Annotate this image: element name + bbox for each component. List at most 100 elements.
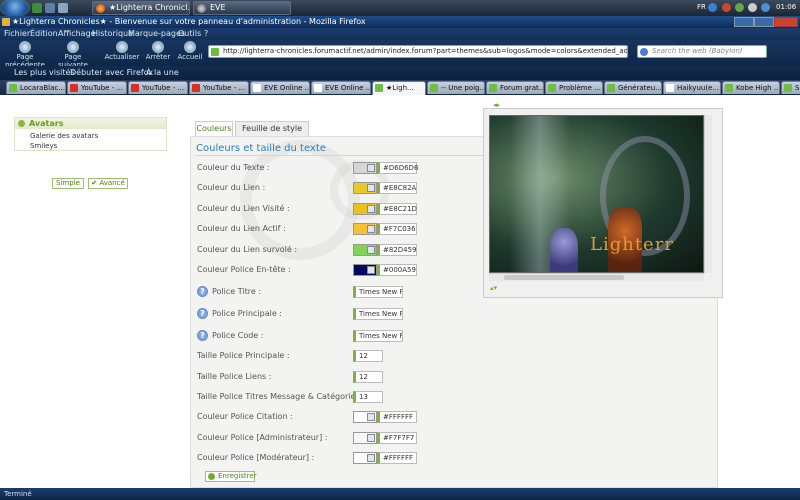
- search-input[interactable]: Search the web (Babylon): [637, 45, 767, 58]
- menu-help[interactable]: ?: [204, 28, 208, 40]
- tray-language[interactable]: FR: [697, 3, 706, 11]
- font-input[interactable]: Times New Roman: [353, 308, 403, 320]
- color-hex-input[interactable]: #E8C82A: [377, 182, 417, 195]
- color-swatch[interactable]: [353, 162, 377, 174]
- mode-simple-button[interactable]: Simple: [52, 178, 84, 189]
- menu-edit[interactable]: Édition: [30, 28, 58, 40]
- mode-advanced-button[interactable]: ✔ Avancé: [88, 178, 128, 189]
- url-bar[interactable]: http://lighterra-chronicles.forumactif.n…: [208, 45, 628, 58]
- color-swatch[interactable]: [353, 411, 377, 423]
- resize-arrows-icon[interactable]: ▴▾: [490, 284, 497, 292]
- color-swatch[interactable]: [353, 182, 377, 195]
- browser-tab[interactable]: Kobe High ...: [722, 81, 780, 94]
- menu-tools[interactable]: Outils: [178, 28, 201, 40]
- tray-clock[interactable]: 01:06: [776, 3, 796, 11]
- stop-button[interactable]: Arrêter: [140, 41, 176, 65]
- tray-app-icon[interactable]: [722, 3, 731, 12]
- color-swatch[interactable]: [353, 264, 377, 276]
- tab-favicon-icon: [314, 84, 322, 92]
- maximize-button[interactable]: [754, 17, 774, 27]
- preview-horizontal-scrollbar[interactable]: [489, 273, 704, 281]
- save-button[interactable]: Enregistrer: [205, 471, 257, 482]
- sidebar-link-avatar-gallery[interactable]: Galerie des avatars: [30, 132, 98, 140]
- bookmark-headlines[interactable]: À la une: [146, 66, 179, 80]
- color-hex-input[interactable]: #82D459: [377, 243, 417, 256]
- tab-colors[interactable]: Couleurs: [195, 121, 233, 136]
- color-swatch[interactable]: [353, 452, 377, 464]
- browser-tab[interactable]: Haikyuu(e...: [663, 81, 721, 94]
- minimize-button[interactable]: [734, 17, 754, 27]
- help-icon[interactable]: [708, 3, 717, 12]
- menu-file[interactable]: Fichier: [4, 28, 30, 40]
- color-hex-input[interactable]: #FFFFFF: [377, 411, 417, 423]
- taskbar-eve-button[interactable]: EVE: [193, 1, 291, 15]
- browser-tab[interactable]: ★Ligh...: [372, 81, 426, 95]
- browser-tab[interactable]: Problème ...: [545, 81, 603, 94]
- color-picker-icon: [367, 454, 375, 462]
- font-row-label: Police Titre :: [212, 287, 262, 296]
- browser-tab[interactable]: Sinister...: [781, 81, 800, 94]
- browser-tab[interactable]: YouTube - ...: [189, 81, 249, 94]
- tab-css[interactable]: Feuille de style CSS: [235, 121, 309, 147]
- help-icon[interactable]: ?: [197, 330, 208, 341]
- menu-view[interactable]: Affichage: [58, 28, 96, 40]
- browser-tab[interactable]: -- Une poig...: [427, 81, 485, 94]
- reload-button[interactable]: Actualiser: [104, 41, 140, 65]
- browser-tab[interactable]: Générateu...: [604, 81, 662, 94]
- windows-start-icon[interactable]: [2, 0, 28, 16]
- size-input[interactable]: 12: [353, 370, 383, 383]
- color-hex-input[interactable]: #D6D6D6: [377, 162, 418, 174]
- back-button[interactable]: Page précédente: [2, 41, 48, 69]
- color-hex-input[interactable]: #FFFFFF: [377, 452, 417, 464]
- menu-bookmarks[interactable]: Marque-pages: [128, 28, 185, 40]
- font-input[interactable]: Times New Roman: [353, 330, 403, 342]
- color-swatch[interactable]: [353, 202, 377, 215]
- color-swatch[interactable]: [353, 223, 377, 236]
- bookmark-getting-started[interactable]: Débuter avec Firefox: [70, 66, 153, 80]
- color-hex-input[interactable]: #000A59: [377, 264, 417, 276]
- quicklaunch-more-icon[interactable]: [58, 3, 68, 13]
- color-swatch[interactable]: [353, 243, 377, 256]
- browser-tab[interactable]: Forum grat...: [486, 81, 544, 94]
- tray-misc-icon[interactable]: [761, 3, 770, 12]
- sidebar-link-smileys[interactable]: Smileys: [30, 142, 57, 150]
- help-icon[interactable]: ?: [197, 308, 208, 319]
- network-icon[interactable]: [735, 3, 744, 12]
- browser-tab[interactable]: EVE Online ...: [250, 81, 310, 94]
- resize-arrows-icon[interactable]: ◂▸: [493, 101, 500, 109]
- color-hex-input[interactable]: #F7C036: [377, 223, 417, 236]
- color-picker-icon: [367, 204, 375, 213]
- forward-button[interactable]: Page suivante: [50, 41, 96, 69]
- browser-tab[interactable]: YouTube - ...: [67, 81, 127, 94]
- color-hex-input[interactable]: #F7F7F7: [377, 431, 417, 444]
- tab-favicon-icon: [70, 84, 78, 92]
- menu-bar: Fichier Édition Affichage Historique Mar…: [0, 28, 800, 40]
- logo-preview-image: Lighterr: [489, 115, 704, 273]
- color-picker-icon: [367, 184, 375, 193]
- bookmarks-toolbar: Les plus visités Débuter avec Firefox À …: [0, 66, 800, 80]
- switch-windows-icon[interactable]: [45, 3, 55, 13]
- color-swatch[interactable]: [353, 431, 377, 444]
- window-titlebar: ★Lighterra Chronicles★ - Bienvenue sur v…: [0, 16, 800, 28]
- taskbar-firefox-button[interactable]: ★Lighterra Chronicl...: [92, 1, 190, 15]
- browser-tab[interactable]: LocaraBlac...: [6, 81, 66, 94]
- close-window-button[interactable]: [774, 17, 798, 27]
- bookmark-most-visited[interactable]: Les plus visités: [14, 66, 75, 80]
- size-row-label: Taille Police Titres Message & Catégorie…: [197, 392, 361, 401]
- size-input[interactable]: 12: [353, 350, 383, 362]
- size-input[interactable]: 13: [353, 391, 383, 403]
- color-picker-icon: [367, 225, 375, 234]
- color-row-label: Couleur Police Citation :: [197, 412, 293, 421]
- show-desktop-icon[interactable]: [32, 3, 42, 13]
- font-input[interactable]: Times New Roman: [353, 286, 403, 298]
- menu-history[interactable]: Historique: [92, 28, 133, 40]
- browser-tab[interactable]: YouTube - ...: [128, 81, 188, 94]
- home-button[interactable]: Accueil: [172, 41, 208, 65]
- volume-icon[interactable]: [748, 3, 757, 12]
- avatars-menu-header: Avatars: [15, 118, 166, 129]
- browser-tab[interactable]: EVE Online ...: [311, 81, 371, 94]
- color-picker-icon: [367, 413, 375, 421]
- help-icon[interactable]: ?: [197, 286, 208, 297]
- preview-vertical-scrollbar[interactable]: [704, 115, 712, 273]
- color-hex-input[interactable]: #E8C21D: [377, 202, 417, 215]
